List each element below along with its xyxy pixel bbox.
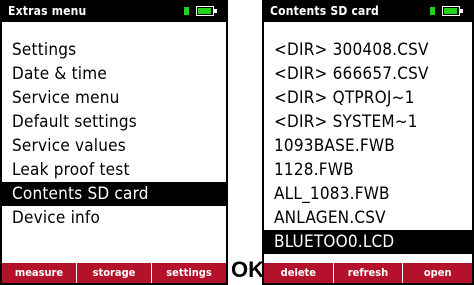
file-item[interactable]: <DIR> SYSTEM~1	[264, 110, 472, 134]
menu-item-default-settings[interactable]: Default settings	[2, 110, 226, 134]
menu-item-contents-sd-card[interactable]: Contents SD card	[2, 182, 226, 206]
settings-softkey[interactable]: settings	[151, 263, 226, 283]
file-item[interactable]: <DIR> 666657.CSV	[264, 62, 472, 86]
file-item[interactable]: <DIR> QTPROJ~1	[264, 86, 472, 110]
ok-label: OK	[231, 257, 264, 282]
file-item[interactable]: 1093BASE.FWB	[264, 134, 472, 158]
open-softkey[interactable]: open	[402, 263, 472, 283]
file-item[interactable]: <DIR> 300408.CSV	[264, 38, 472, 62]
battery-indicator-box	[184, 7, 189, 15]
softkey-bar: delete refresh open	[264, 263, 472, 283]
file-item[interactable]: 1128.FWB	[264, 158, 472, 182]
battery-icon	[196, 6, 217, 16]
battery-indicator-box	[430, 7, 435, 15]
sd-card-file-list: <DIR> 300408.CSV <DIR> 666657.CSV <DIR> …	[264, 38, 472, 254]
file-item[interactable]: ANLAGEN.CSV	[264, 206, 472, 230]
menu-item-service-values[interactable]: Service values	[2, 134, 226, 158]
screen-title: Contents SD card	[270, 4, 379, 18]
menu-item-date-time[interactable]: Date & time	[2, 62, 226, 86]
screen-title: Extras menu	[8, 4, 87, 18]
delete-softkey[interactable]: delete	[264, 263, 333, 283]
extras-menu-list: Settings Date & time Service menu Defaul…	[2, 38, 226, 230]
battery-icon	[442, 6, 463, 16]
extras-menu-screen: Extras menu Settings Date & time Service…	[0, 0, 228, 285]
title-bar: Contents SD card	[264, 2, 472, 22]
file-item[interactable]: ALL_1083.FWB	[264, 182, 472, 206]
menu-item-settings[interactable]: Settings	[2, 38, 226, 62]
menu-item-service-menu[interactable]: Service menu	[2, 86, 226, 110]
contents-sd-card-screen: Contents SD card <DIR> 300408.CSV <DIR> …	[262, 0, 474, 285]
menu-item-device-info[interactable]: Device info	[2, 206, 226, 230]
file-item-selected[interactable]: BLUETOO0.LCD	[264, 230, 472, 254]
measure-softkey[interactable]: measure	[2, 263, 76, 283]
title-bar: Extras menu	[2, 2, 226, 22]
softkey-bar: measure storage settings	[2, 263, 226, 283]
storage-softkey[interactable]: storage	[76, 263, 151, 283]
refresh-softkey[interactable]: refresh	[332, 263, 403, 283]
menu-item-leak-proof-test[interactable]: Leak proof test	[2, 158, 226, 182]
